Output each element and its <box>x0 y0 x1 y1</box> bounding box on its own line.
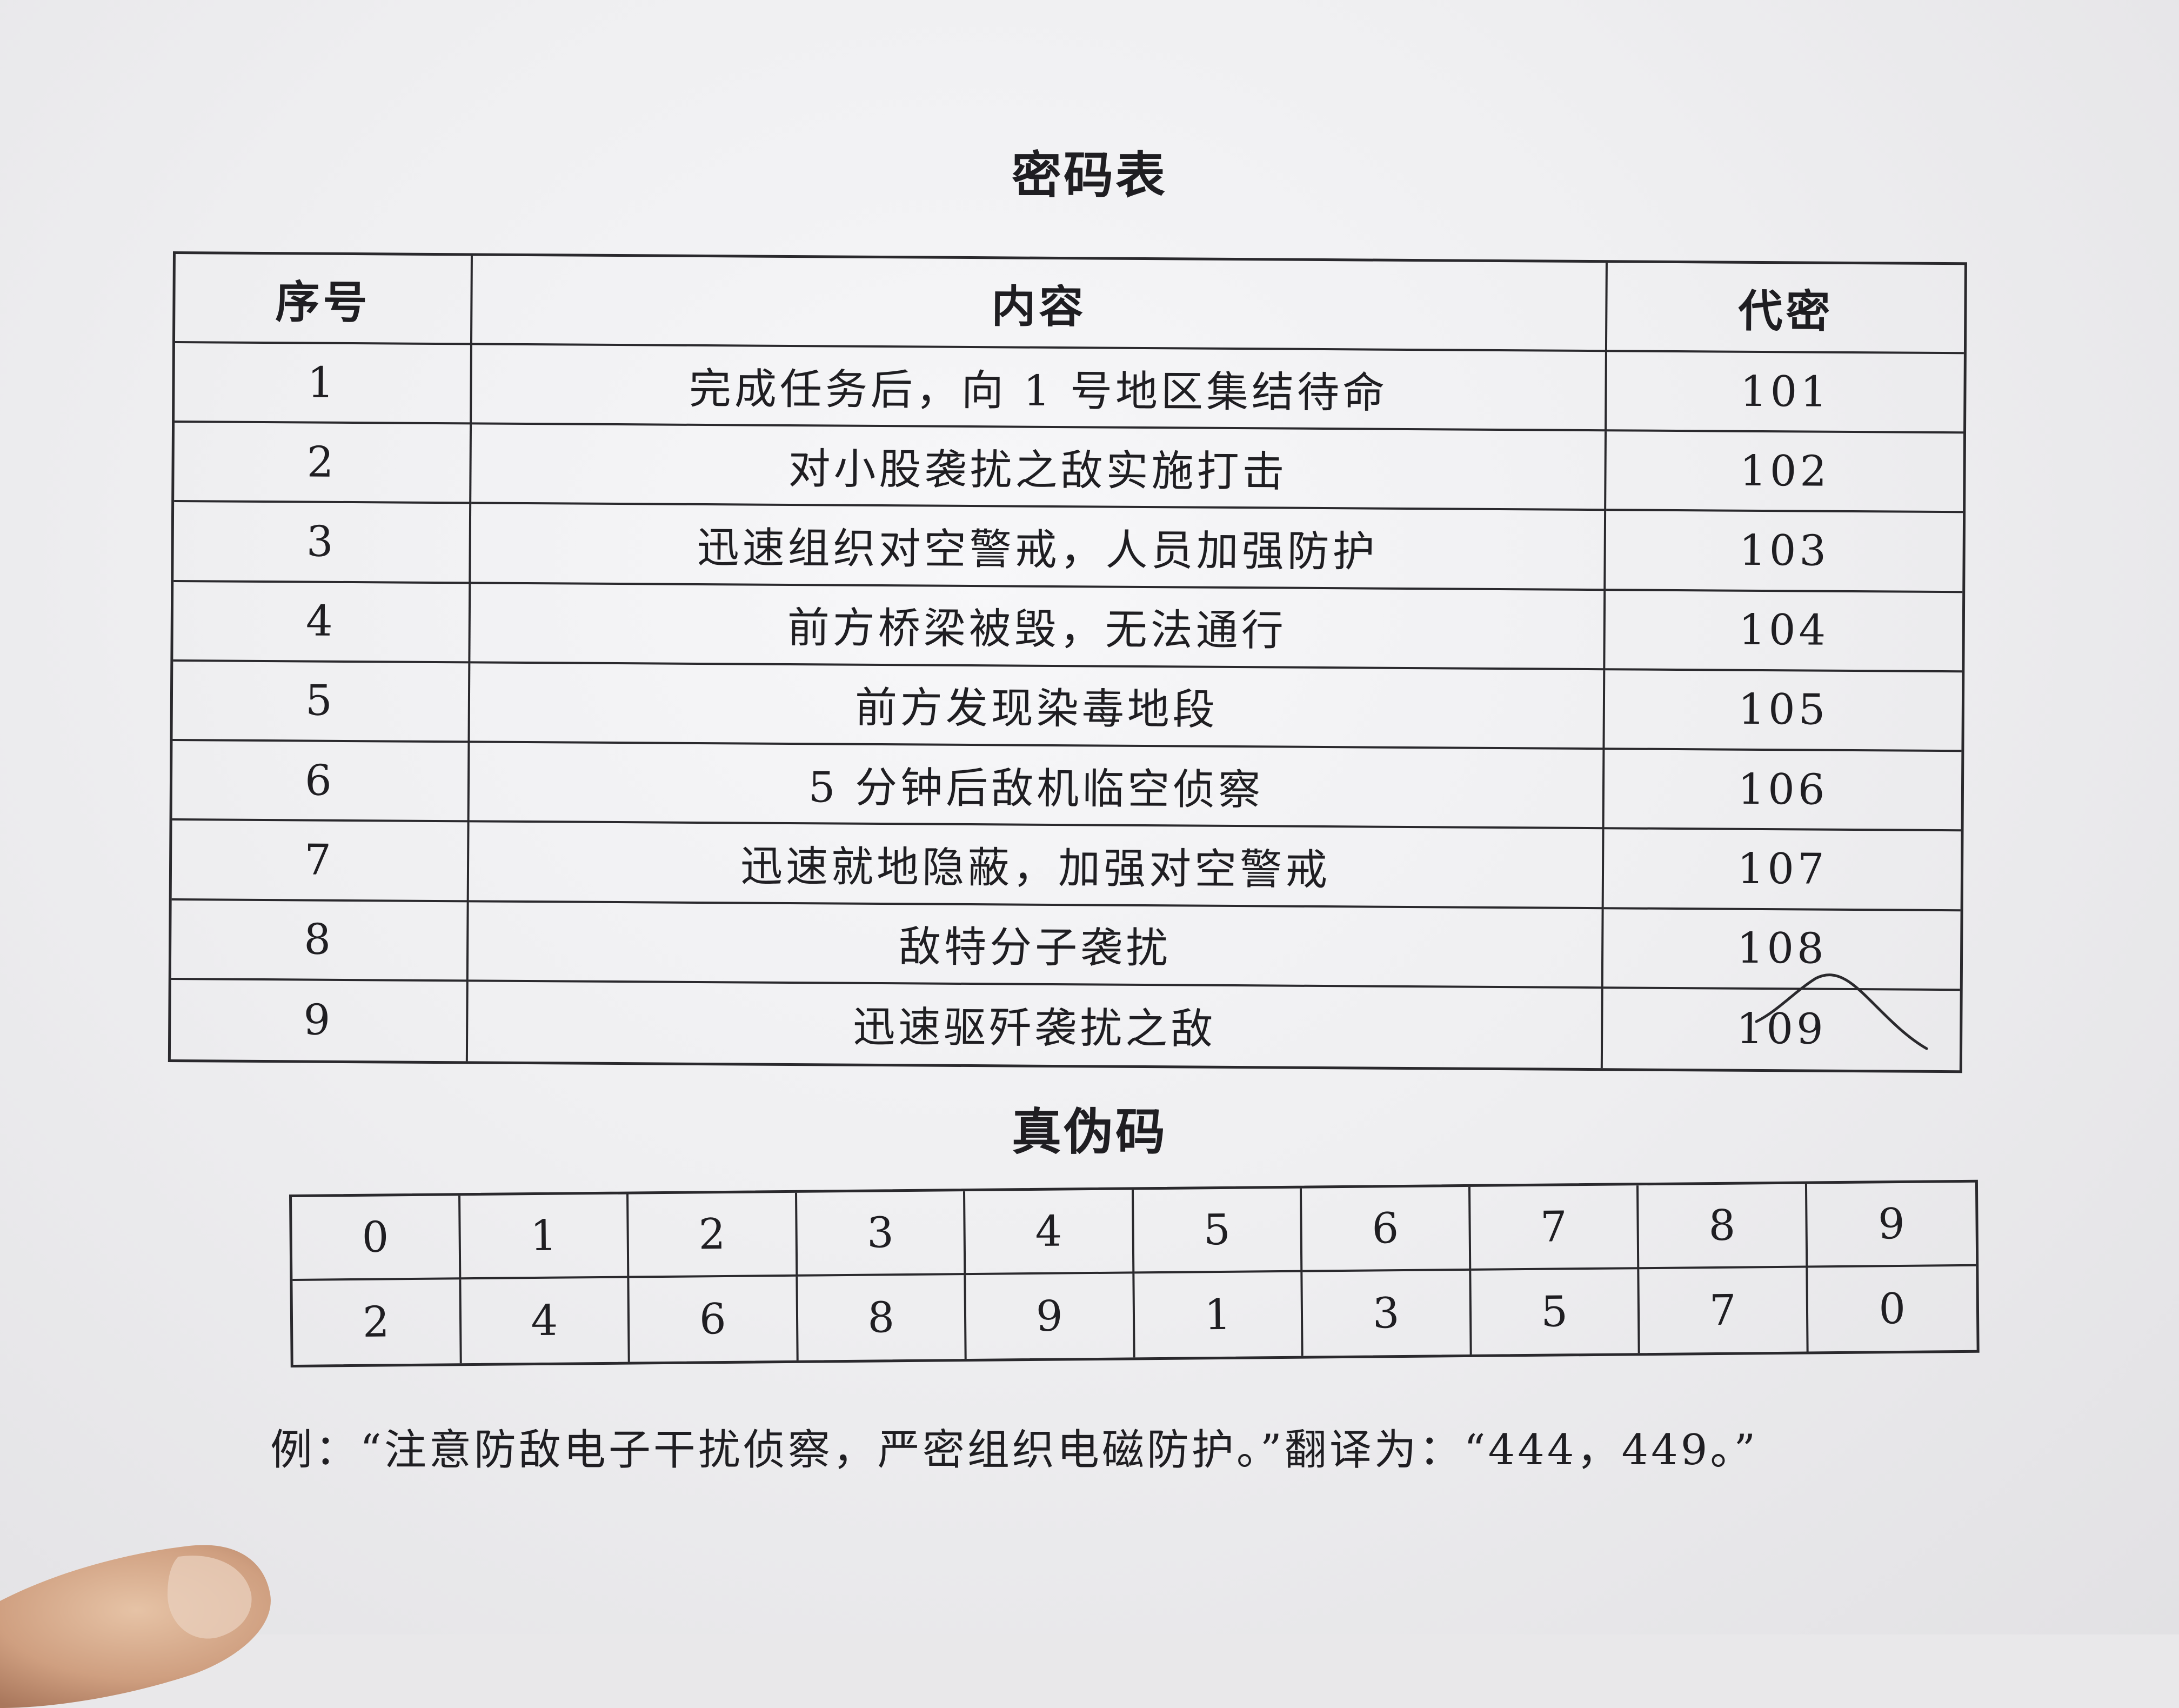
row-code: 107 <box>1603 829 1961 911</box>
cipher-digit: 7 <box>1639 1267 1809 1353</box>
header-index: 序号 <box>175 254 473 345</box>
row-code: 106 <box>1604 750 1962 832</box>
code-table-title: 密码表 <box>1011 146 1167 204</box>
row-index: 1 <box>175 343 472 425</box>
truth-code-table: 01234567892468913570 <box>289 1179 1980 1367</box>
row-content: 迅速组织对空警戒，人员加强防护 <box>471 504 1607 591</box>
row-content: 前方发现染毒地段 <box>470 663 1606 750</box>
row-code: 104 <box>1605 590 1963 673</box>
row-code: 105 <box>1605 670 1962 752</box>
handwritten-check-mark <box>1755 973 1928 1050</box>
row-index: 5 <box>172 661 471 743</box>
plain-digit: 2 <box>629 1192 798 1278</box>
row-code: 102 <box>1606 431 1964 513</box>
header-content: 内容 <box>472 256 1608 352</box>
plain-digit: 1 <box>460 1194 630 1280</box>
row-index: 8 <box>171 900 469 982</box>
cipher-digit: 5 <box>1471 1269 1640 1355</box>
row-index: 7 <box>171 820 470 902</box>
plain-digit: 7 <box>1470 1185 1640 1271</box>
plain-digit: 8 <box>1638 1184 1808 1270</box>
row-code: 101 <box>1607 352 1964 434</box>
cipher-digit: 3 <box>1302 1270 1472 1356</box>
code-table: 序号 内容 代密 1 完成任务后，向 1 号地区集结待命 101 2 对小股袭扰之敌实施打击 1… <box>168 251 1967 1073</box>
cipher-digit: 6 <box>629 1276 799 1362</box>
row-index: 2 <box>174 423 472 504</box>
cipher-digit: 1 <box>1134 1272 1304 1358</box>
cipher-digit: 2 <box>292 1279 462 1365</box>
row-index: 4 <box>173 582 471 664</box>
truth-code-title: 真伪码 <box>1011 1103 1167 1161</box>
row-index: 6 <box>172 741 470 823</box>
header-code: 代密 <box>1607 263 1964 355</box>
cipher-digit: 4 <box>460 1278 630 1364</box>
row-content: 完成任务后，向 1 号地区集结待命 <box>472 345 1607 432</box>
example-text: 例：“注意防敌电子干扰侦察，严密组织电磁防护。”翻译为：“444，449。” <box>270 1426 1759 1475</box>
plain-digit: 4 <box>965 1190 1134 1276</box>
cipher-digit: 0 <box>1878 1284 1906 1333</box>
plain-digit: 0 <box>292 1196 461 1281</box>
row-index: 3 <box>173 502 472 584</box>
row-index: 9 <box>170 979 469 1062</box>
row-code: 103 <box>1606 511 1963 593</box>
plain-digit: 5 <box>1133 1188 1303 1274</box>
finger-image <box>0 1545 271 1708</box>
row-content: 迅速就地隐蔽，加强对空警戒 <box>469 822 1605 909</box>
row-content: 5 分钟后敌机临空侦察 <box>469 743 1605 830</box>
row-content: 前方桥梁被毁，无法通行 <box>470 584 1606 671</box>
row-content: 敌特分子袭扰 <box>468 902 1604 989</box>
plain-digit: 3 <box>797 1191 966 1277</box>
plain-digit: 9 <box>1807 1182 1976 1268</box>
plain-digit: 6 <box>1301 1186 1471 1272</box>
cipher-digit: 8 <box>797 1275 967 1360</box>
row-content: 迅速驱歼袭扰之敌 <box>467 982 1603 1069</box>
cipher-digit: 9 <box>966 1273 1135 1359</box>
row-content: 对小股袭扰之敌实施打击 <box>471 424 1607 511</box>
